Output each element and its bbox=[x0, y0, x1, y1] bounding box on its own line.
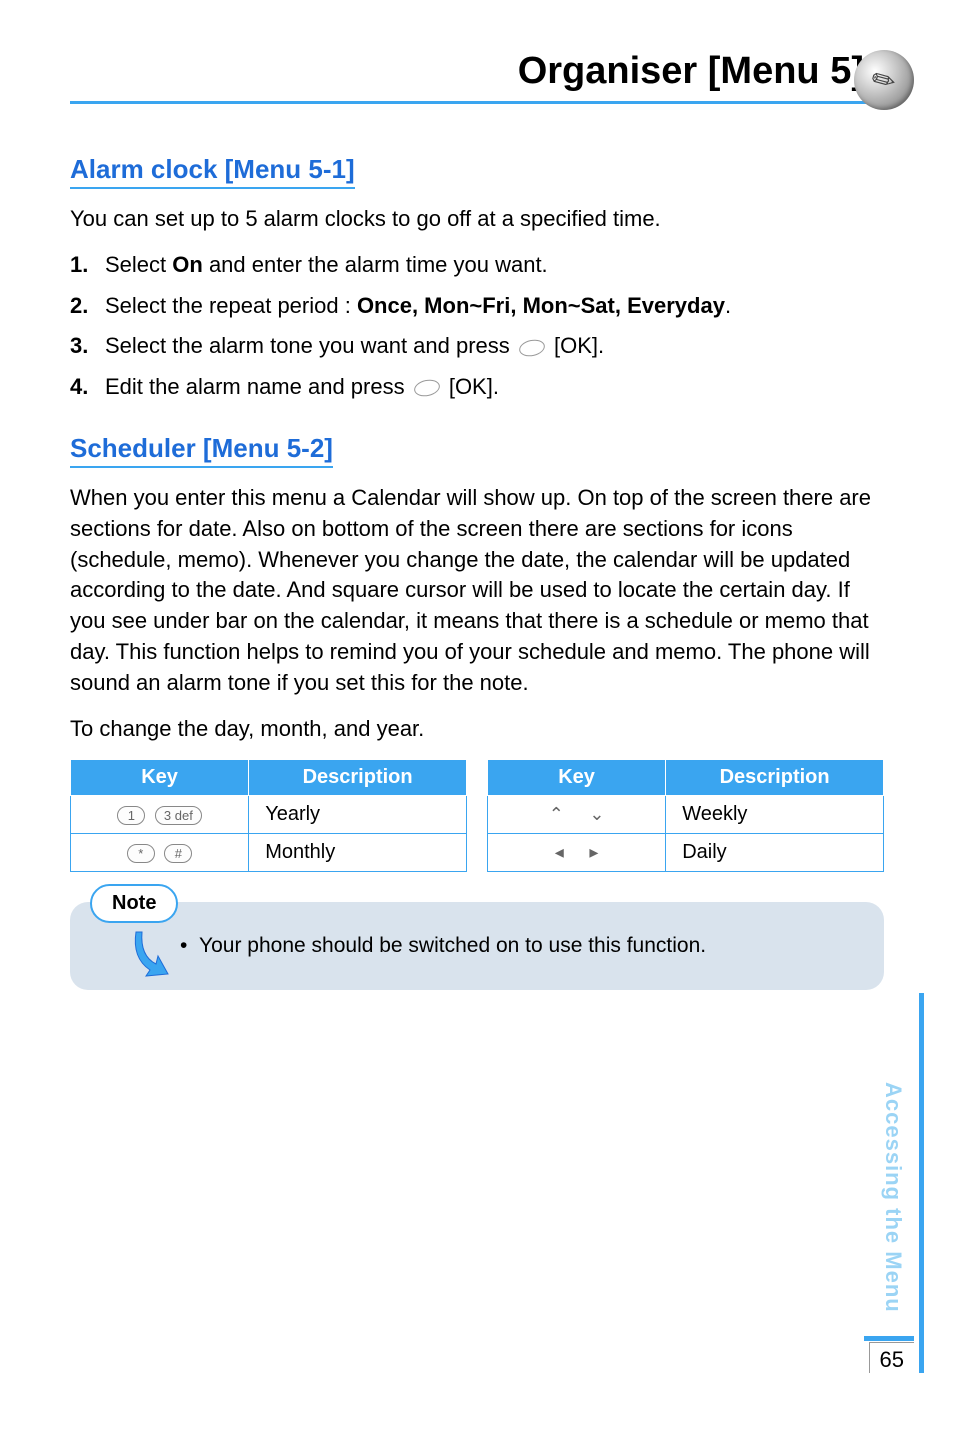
key-table-left: Key Description 1 3 def Yearly * # Month… bbox=[70, 759, 467, 872]
note-bullet-text: • Your phone should be switched on to us… bbox=[180, 932, 864, 959]
side-accent-bar bbox=[919, 993, 924, 1373]
key-cell: ⌃ ⌄ bbox=[488, 796, 666, 834]
scheduler-change-text: To change the day, month, and year. bbox=[70, 714, 884, 745]
step-number: 4. bbox=[70, 372, 95, 403]
header-divider bbox=[70, 101, 884, 104]
key-cell: * # bbox=[71, 834, 249, 872]
key-3-icon: 3 def bbox=[155, 806, 202, 825]
page-number-bar bbox=[864, 1336, 914, 1341]
ok-key-icon bbox=[412, 378, 441, 399]
page-number: 65 bbox=[869, 1342, 914, 1373]
ok-key-icon bbox=[518, 337, 547, 358]
key-star-icon: * bbox=[127, 844, 155, 863]
step-text: Edit the alarm name and press [OK]. bbox=[105, 372, 499, 403]
side-section-label: Accessing the Menu bbox=[880, 1082, 906, 1313]
table-row: 1 3 def Yearly bbox=[71, 796, 467, 834]
step-text: Select the repeat period : Once, Mon~Fri… bbox=[105, 291, 731, 322]
step-text-bold: Once, Mon~Fri, Mon~Sat, Everyday bbox=[357, 293, 725, 318]
table-header-description: Description bbox=[666, 760, 884, 796]
key-tables: Key Description 1 3 def Yearly * # Month… bbox=[70, 759, 884, 872]
description-cell: Daily bbox=[666, 834, 884, 872]
step-text-before: Edit the alarm name and press bbox=[105, 374, 411, 399]
step-text-bold: On bbox=[172, 252, 203, 277]
key-table-right: Key Description ⌃ ⌄ Weekly ◂ ▸ Daily bbox=[487, 759, 884, 872]
step-number: 3. bbox=[70, 331, 95, 362]
step-text-after: [OK]. bbox=[443, 374, 499, 399]
nav-right-icon: ▸ bbox=[589, 842, 598, 863]
alarm-clock-heading: Alarm clock [Menu 5-1] bbox=[70, 154, 355, 189]
table-header-key: Key bbox=[488, 760, 666, 796]
alarm-step-3: 3. Select the alarm tone you want and pr… bbox=[70, 331, 884, 362]
step-text-before: Select the repeat period : bbox=[105, 293, 357, 318]
description-cell: Monthly bbox=[249, 834, 467, 872]
nav-up-icon: ⌃ bbox=[549, 804, 564, 825]
page-title: Organiser [Menu 5] bbox=[518, 50, 864, 93]
key-hash-icon: # bbox=[164, 844, 192, 863]
alarm-step-4: 4. Edit the alarm name and press [OK]. bbox=[70, 372, 884, 403]
alarm-step-2: 2. Select the repeat period : Once, Mon~… bbox=[70, 291, 884, 322]
nav-left-icon: ◂ bbox=[555, 842, 564, 863]
alarm-step-1: 1. Select On and enter the alarm time yo… bbox=[70, 250, 884, 281]
table-row: ⌃ ⌄ Weekly bbox=[488, 796, 884, 834]
step-text-after: . bbox=[725, 293, 731, 318]
step-number: 2. bbox=[70, 291, 95, 322]
step-text: Select On and enter the alarm time you w… bbox=[105, 250, 548, 281]
pen-glyph: ✎ bbox=[866, 60, 903, 100]
table-header-key: Key bbox=[71, 760, 249, 796]
step-text-after: and enter the alarm time you want. bbox=[203, 252, 548, 277]
key-1-icon: 1 bbox=[117, 806, 145, 825]
alarm-intro-text: You can set up to 5 alarm clocks to go o… bbox=[70, 204, 884, 235]
table-header-description: Description bbox=[249, 760, 467, 796]
scheduler-heading: Scheduler [Menu 5-2] bbox=[70, 433, 333, 468]
note-box: Note • Your phone should be switched on … bbox=[70, 902, 884, 989]
description-cell: Yearly bbox=[249, 796, 467, 834]
table-row: * # Monthly bbox=[71, 834, 467, 872]
description-cell: Weekly bbox=[666, 796, 884, 834]
pen-icon: ✎ bbox=[854, 50, 914, 110]
step-text-before: Select the alarm tone you want and press bbox=[105, 333, 516, 358]
nav-down-icon: ⌄ bbox=[589, 804, 604, 825]
note-label: Note bbox=[90, 884, 178, 923]
table-row: ◂ ▸ Daily bbox=[488, 834, 884, 872]
scheduler-body-text: When you enter this menu a Calendar will… bbox=[70, 483, 884, 699]
note-text: Your phone should be switched on to use … bbox=[199, 934, 706, 957]
step-text: Select the alarm tone you want and press… bbox=[105, 331, 604, 362]
note-arrow-icon bbox=[130, 930, 175, 980]
key-cell: 1 3 def bbox=[71, 796, 249, 834]
step-number: 1. bbox=[70, 250, 95, 281]
step-text-after: [OK]. bbox=[548, 333, 604, 358]
key-cell: ◂ ▸ bbox=[488, 834, 666, 872]
step-text-before: Select bbox=[105, 252, 172, 277]
